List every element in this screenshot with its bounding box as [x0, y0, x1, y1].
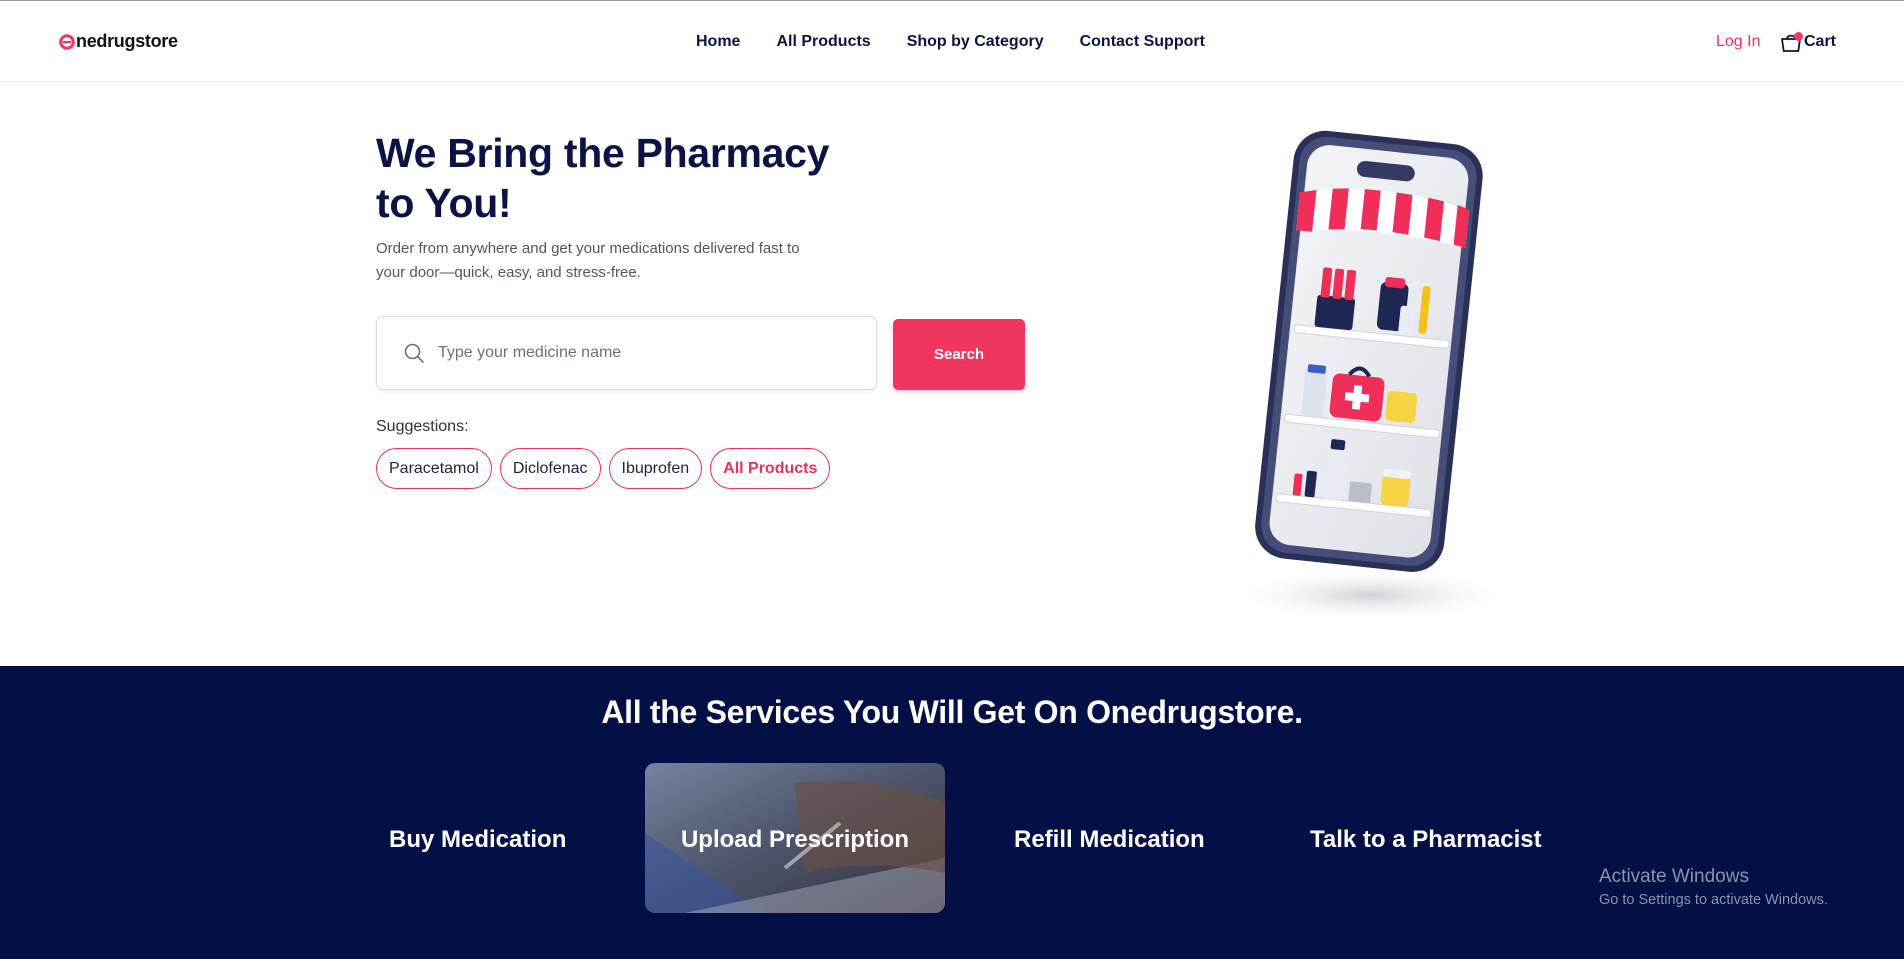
suggestion-chips: Paracetamol Diclofenac Ibuprofen All Pro…	[376, 448, 831, 489]
logo-text: nedrugstore	[76, 31, 178, 51]
medicine-search-input[interactable]	[438, 344, 858, 362]
nav-all-products[interactable]: All Products	[776, 33, 870, 51]
cart-count-badge	[1794, 32, 1803, 41]
nav-shop-by-category[interactable]: Shop by Category	[907, 33, 1044, 51]
site-header: nedrugstore Home All Products Shop by Ca…	[0, 1, 1904, 82]
search-button[interactable]: Search	[893, 319, 1025, 390]
suggestion-chip-all-products[interactable]: All Products	[710, 448, 831, 489]
search-icon	[404, 343, 424, 363]
activate-windows-title: Activate Windows	[1599, 866, 1749, 887]
nav-contact-support[interactable]: Contact Support	[1080, 33, 1205, 51]
windows-activation-watermark: Activate Windows Go to Settings to activ…	[1599, 866, 1828, 908]
cart-label: Cart	[1804, 33, 1837, 50]
service-talk-to-pharmacist[interactable]: Talk to a Pharmacist	[1310, 826, 1542, 854]
services-title: All the Services You Will Get On Onedrug…	[601, 694, 1303, 730]
site-logo[interactable]: nedrugstore	[59, 31, 178, 52]
service-upload-prescription: Upload Prescription	[680, 826, 910, 853]
logo-mark-icon	[59, 33, 75, 50]
hero-title: We Bring the Pharmacy to You!	[376, 130, 830, 226]
activate-windows-subtitle: Go to Settings to activate Windows.	[1599, 892, 1828, 908]
main-nav: Home All Products Shop by Category Conta…	[696, 33, 1205, 51]
suggestions-label: Suggestions:	[376, 418, 469, 435]
service-buy-medication[interactable]: Buy Medication	[389, 826, 566, 854]
hero-subtitle: Order from anywhere and get your medicat…	[376, 240, 800, 281]
shopping-basket-icon	[1779, 30, 1803, 54]
nav-home[interactable]: Home	[696, 33, 740, 51]
cart-button[interactable]: Cart	[1779, 30, 1836, 54]
suggestion-chip-paracetamol[interactable]: Paracetamol	[376, 448, 492, 489]
suggestion-chip-ibuprofen[interactable]: Ibuprofen	[608, 448, 703, 489]
service-card-upload-prescription[interactable]: Upload Prescription	[645, 763, 945, 913]
phone-pharmacy-illustration	[1195, 130, 1535, 630]
login-link[interactable]: Log In	[1716, 33, 1760, 51]
suggestion-chip-diclofenac[interactable]: Diclofenac	[499, 448, 601, 489]
service-refill-medication[interactable]: Refill Medication	[1014, 826, 1205, 854]
search-box	[376, 316, 877, 390]
